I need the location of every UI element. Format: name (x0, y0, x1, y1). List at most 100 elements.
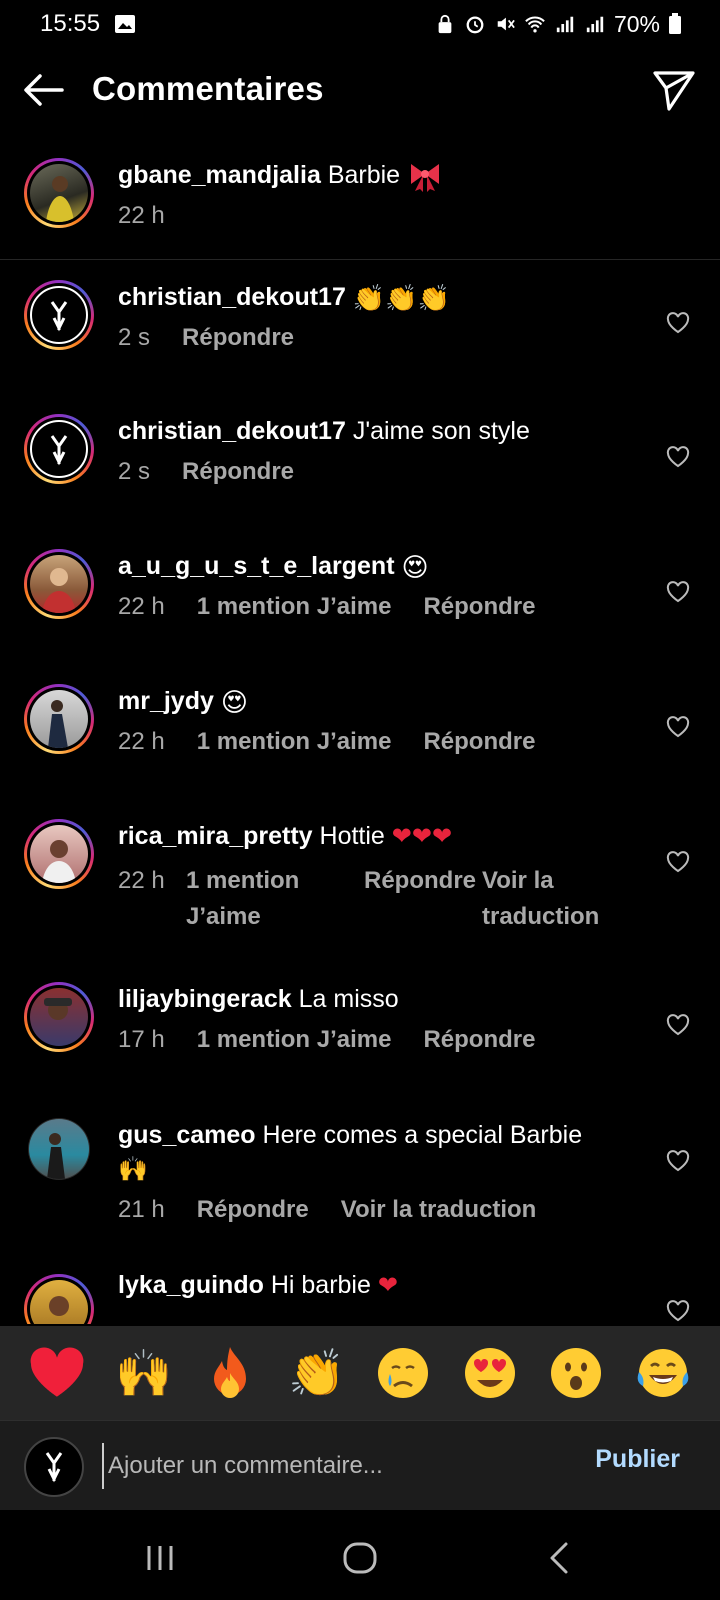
comment-time: 22 h (118, 867, 165, 894)
current-user-avatar (24, 1437, 84, 1497)
heart-icon[interactable] (666, 1150, 690, 1172)
fire-reaction-button[interactable] (200, 1343, 260, 1403)
red-heart-emoji-icon: ❤ (377, 1272, 398, 1300)
avatar[interactable] (24, 549, 94, 619)
crying-face-icon (378, 1348, 429, 1398)
status-bar: 15:55 70% (0, 0, 720, 48)
home-icon[interactable] (340, 1538, 380, 1578)
reply-button[interactable]: Répondre (364, 863, 482, 935)
post-caption: gbane_mandjalia Barbie 22 h (0, 150, 720, 260)
reply-button[interactable]: Répondre (197, 1196, 309, 1224)
battery-icon (669, 13, 681, 34)
avatar[interactable] (24, 1274, 94, 1324)
red-hearts-emoji-icon: ❤❤❤ (391, 823, 453, 851)
comment-username[interactable]: christian_dekout17 (118, 417, 346, 445)
heart-eyes-reaction-button[interactable] (460, 1343, 520, 1403)
translate-button[interactable]: Voir la traduction (341, 1196, 537, 1224)
comment-text: La misso (298, 985, 399, 1013)
mute-icon (497, 17, 515, 31)
clapping-reaction-button[interactable]: 👏 (287, 1343, 347, 1403)
publish-button[interactable]: Publier (595, 1445, 680, 1474)
reply-button[interactable]: Répondre (423, 593, 535, 621)
recent-apps-icon[interactable] (140, 1538, 180, 1578)
status-time: 15:55 (40, 10, 101, 37)
signal-icon (556, 16, 574, 33)
comment-time: 2 s (118, 458, 151, 485)
comment-time: 21 h (118, 1196, 165, 1223)
comment-text: Hottie (319, 822, 385, 850)
signal-icon-2 (586, 16, 604, 33)
reply-button[interactable]: Répondre (423, 1026, 535, 1054)
likes-count[interactable]: 1 mention J’aime (197, 593, 392, 621)
likes-count[interactable]: 1 mention J’aime (197, 1026, 392, 1054)
comment-username[interactable]: mr_jydy (118, 687, 214, 715)
comment-time: 2 s (118, 324, 151, 351)
tears-of-joy-face-icon (637, 1349, 689, 1397)
back-nav-icon[interactable] (540, 1538, 580, 1578)
comment-username[interactable]: a_u_g_u_s_t_e_largent (118, 552, 395, 580)
wifi-icon (525, 16, 545, 33)
back-arrow-icon[interactable] (22, 70, 66, 110)
gallery-icon (115, 15, 136, 33)
avatar[interactable] (24, 982, 94, 1052)
heart-icon[interactable] (666, 446, 690, 468)
quick-reaction-bar: 🙌 👏 (0, 1326, 720, 1420)
ribbon-emoji-icon (411, 164, 440, 193)
clapping-emoji-icon: 👏👏👏 (352, 283, 450, 314)
battery-percent: 70% (613, 10, 660, 37)
heart-icon[interactable] (666, 1300, 690, 1322)
avatar[interactable] (24, 280, 94, 350)
comment-username[interactable]: liljaybingerack (118, 985, 292, 1013)
caption-text: Barbie (327, 161, 401, 189)
laughing-reaction-button[interactable] (633, 1343, 693, 1403)
likes-count[interactable]: 1 mention J’aime (186, 863, 364, 935)
crying-reaction-button[interactable] (373, 1343, 433, 1403)
caption-username[interactable]: gbane_mandjalia (118, 161, 321, 189)
heart-icon[interactable] (666, 1014, 690, 1036)
avatar[interactable] (24, 158, 94, 228)
comment-time: 22 h (118, 728, 165, 755)
comment-list[interactable]: christian_dekout17 👏👏👏 2 s Répondre chri… (0, 262, 720, 1324)
comment-composer: Publier (0, 1420, 720, 1510)
avatar[interactable] (24, 414, 94, 484)
heart-eyes-emoji-icon: 😍 (220, 687, 248, 718)
heart-icon[interactable] (666, 851, 690, 873)
heart-eyes-face-icon (464, 1348, 515, 1398)
surprised-face-icon (551, 1348, 602, 1398)
avatar[interactable] (24, 819, 94, 889)
comment-text: Hi barbie (270, 1271, 371, 1299)
lock-icon (438, 14, 452, 34)
alarm-icon (466, 16, 484, 34)
reply-button[interactable]: Répondre (423, 728, 535, 756)
heart-icon (30, 1347, 84, 1397)
avatar[interactable] (24, 684, 94, 754)
comment-time: 22 h (118, 593, 165, 620)
raised-hands-emoji-icon: 🙌 (118, 1156, 148, 1184)
translate-button[interactable]: Voir la traduction (482, 863, 622, 935)
heart-icon[interactable] (666, 716, 690, 738)
heart-eyes-emoji-icon: 😍 (401, 552, 429, 583)
comment-input[interactable] (102, 1443, 542, 1489)
comment-text: Here comes a special Barbie (262, 1121, 583, 1149)
heart-icon[interactable] (666, 581, 690, 603)
avatar[interactable] (28, 1118, 90, 1180)
share-send-icon[interactable] (652, 68, 696, 112)
comment-username[interactable]: rica_mira_pretty (118, 822, 313, 850)
heart-icon[interactable] (666, 312, 690, 334)
reply-button[interactable]: Répondre (182, 324, 294, 352)
comment-username[interactable]: lyka_guindo (118, 1271, 264, 1299)
likes-count[interactable]: 1 mention J’aime (197, 728, 392, 756)
clapping-icon: 👏 (288, 1346, 346, 1399)
raised-hands-reaction-button[interactable]: 🙌 (114, 1343, 174, 1403)
comment-text: J'aime son style (352, 417, 530, 445)
comment-time: 17 h (118, 1026, 165, 1053)
reply-button[interactable]: Répondre (182, 458, 294, 486)
header: Commentaires (0, 60, 720, 120)
comment-username[interactable]: christian_dekout17 (118, 283, 346, 311)
surprised-reaction-button[interactable] (546, 1343, 606, 1403)
fire-icon (214, 1347, 247, 1398)
heart-reaction-button[interactable] (27, 1343, 87, 1403)
page-title: Commentaires (92, 70, 324, 107)
system-nav-bar (0, 1510, 720, 1600)
comment-username[interactable]: gus_cameo (118, 1121, 256, 1149)
